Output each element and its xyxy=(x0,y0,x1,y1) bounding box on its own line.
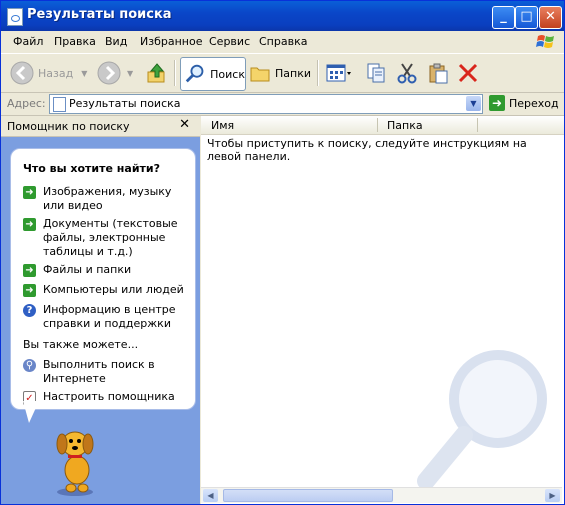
horizontal-scrollbar[interactable]: ◀ ▶ xyxy=(201,487,562,503)
help-icon: ? xyxy=(23,304,36,317)
windows-logo-icon xyxy=(536,35,554,48)
internet-search-icon: ⚲ xyxy=(23,359,36,372)
column-header: Имя Папка xyxy=(201,116,564,135)
paste-button[interactable] xyxy=(427,57,449,89)
also-label: Вы также можете... xyxy=(23,338,139,351)
menu-favorites[interactable]: Избранное xyxy=(140,35,202,48)
search-question: Что вы хотите найти? xyxy=(23,162,160,175)
option-internet-search[interactable]: ⚲ Выполнить поиск в Интернете xyxy=(23,358,191,386)
up-folder-icon xyxy=(147,63,165,83)
address-label: Адрес: xyxy=(7,97,46,110)
views-icon xyxy=(326,64,351,82)
search-results-icon xyxy=(53,97,66,112)
forward-arrow-icon xyxy=(97,61,121,85)
folders-button[interactable]: Папки xyxy=(249,57,311,89)
option-help-center[interactable]: ? Информацию в центре справки и поддержк… xyxy=(23,303,191,331)
folders-label: Папки xyxy=(275,66,311,80)
forward-button[interactable]: ▼ xyxy=(97,57,133,89)
toolbar-separator xyxy=(317,60,319,86)
menu-help[interactable]: Справка xyxy=(259,35,307,48)
close-pane-icon[interactable]: ✕ xyxy=(179,117,190,132)
option-label: Информацию в центре справки и поддержки xyxy=(43,303,176,330)
minimize-button[interactable]: _ xyxy=(492,6,515,29)
search-assistant-title: Помощник по поиску xyxy=(7,120,130,133)
green-arrow-icon: ➜ xyxy=(23,218,36,231)
maximize-button[interactable]: □ xyxy=(515,6,538,29)
address-value: Результаты поиска xyxy=(69,97,181,110)
toolbar: Назад ▼ ▼ Поиск Папки xyxy=(1,54,564,93)
address-dropdown-icon[interactable]: ▼ xyxy=(466,96,481,111)
option-label: Компьютеры или людей xyxy=(43,283,184,296)
option-label: Изображения, музыку или видео xyxy=(43,185,172,212)
option-computers-people[interactable]: ➜ Компьютеры или людей xyxy=(23,283,191,297)
watermark-magnifier-icon xyxy=(417,350,547,490)
option-label: Файлы и папки xyxy=(43,263,132,276)
results-pane: Имя Папка Чтобы приступить к поиску, сле… xyxy=(201,116,564,504)
column-divider[interactable] xyxy=(377,118,378,132)
back-dropdown-icon[interactable]: ▼ xyxy=(81,69,87,78)
search-assistant-bubble: Что вы хотите найти? ➜ Изображения, музы… xyxy=(10,148,196,410)
address-bar: Адрес: Результаты поиска ▼ ➜ Переход xyxy=(1,93,564,116)
green-arrow-icon: ➜ xyxy=(23,264,36,277)
search-button[interactable]: Поиск xyxy=(180,57,246,91)
address-field[interactable]: Результаты поиска ▼ xyxy=(49,94,483,114)
menu-file[interactable]: Файл xyxy=(13,35,43,48)
paste-icon xyxy=(429,63,448,84)
menu-tools[interactable]: Сервис xyxy=(209,35,250,48)
option-label: Выполнить поиск в Интернете xyxy=(43,358,155,385)
menu-edit[interactable]: Правка xyxy=(54,35,96,48)
search-icon xyxy=(185,64,204,83)
search-assistant-header: Помощник по поиску ✕ xyxy=(1,116,200,137)
window-title: Результаты поиска xyxy=(27,7,172,22)
up-folder-button[interactable] xyxy=(145,57,169,89)
delete-button[interactable] xyxy=(457,57,479,89)
views-button[interactable] xyxy=(325,57,351,89)
option-label: Документы (текстовые файлы, электронные … xyxy=(43,217,178,258)
option-label: Настроить помощника xyxy=(43,390,175,403)
green-arrow-icon: ➜ xyxy=(23,284,36,297)
column-divider[interactable] xyxy=(477,118,478,132)
scissors-icon xyxy=(397,63,417,84)
scroll-right-icon[interactable]: ▶ xyxy=(545,489,560,502)
green-arrow-icon: ➜ xyxy=(23,186,36,199)
option-documents[interactable]: ➜ Документы (текстовые файлы, электронны… xyxy=(23,217,191,259)
forward-dropdown-icon[interactable]: ▼ xyxy=(127,69,133,78)
column-folder[interactable]: Папка xyxy=(387,119,423,132)
copy-icon xyxy=(367,63,385,83)
title-bar[interactable]: Результаты поиска _ □ ✕ xyxy=(1,1,564,31)
close-button[interactable]: ✕ xyxy=(539,6,562,29)
menu-bar: Файл Правка Вид Избранное Сервис Справка xyxy=(1,31,564,54)
explorer-window: Результаты поиска _ □ ✕ Файл Правка Вид … xyxy=(0,0,565,505)
results-message: Чтобы приступить к поиску, следуйте инст… xyxy=(207,137,527,163)
back-button[interactable]: Назад ▼ xyxy=(10,57,87,89)
cut-button[interactable] xyxy=(396,57,418,89)
search-window-icon xyxy=(7,8,23,26)
scroll-left-icon[interactable]: ◀ xyxy=(203,489,218,502)
option-media[interactable]: ➜ Изображения, музыку или видео xyxy=(23,185,191,213)
back-arrow-icon xyxy=(10,61,34,85)
bubble-tail xyxy=(23,401,39,423)
search-dog-icon[interactable] xyxy=(49,426,101,498)
back-label: Назад xyxy=(38,66,74,80)
go-label: Переход xyxy=(509,96,559,110)
search-assistant-pane: Помощник по поиску ✕ Что вы хотите найти… xyxy=(1,116,200,504)
toolbar-separator xyxy=(174,60,176,86)
go-arrow-icon: ➜ xyxy=(489,95,505,111)
delete-x-icon xyxy=(458,63,478,83)
column-name[interactable]: Имя xyxy=(211,119,234,132)
option-customize-assistant[interactable]: ✓ Настроить помощника xyxy=(23,390,191,405)
option-files-folders[interactable]: ➜ Файлы и папки xyxy=(23,263,191,277)
search-label: Поиск xyxy=(210,67,245,81)
copy-to-button[interactable] xyxy=(365,57,387,89)
scroll-thumb[interactable] xyxy=(223,489,393,502)
menu-view[interactable]: Вид xyxy=(105,35,127,48)
go-button[interactable]: ➜ Переход xyxy=(489,95,559,111)
folders-icon xyxy=(250,67,270,82)
